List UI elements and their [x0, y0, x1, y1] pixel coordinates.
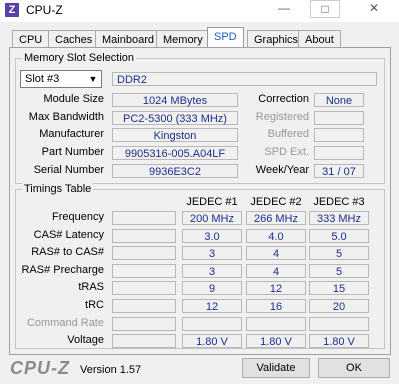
maximize-icon[interactable]: □ — [310, 0, 340, 18]
timings-cell: 5.0 — [309, 228, 369, 243]
part-number-label: Part Number — [41, 146, 104, 158]
spd-panel: Memory Slot Selection Slot #3 ▼ DDR2 Mod… — [9, 47, 391, 355]
validate-button[interactable]: Validate — [242, 358, 310, 378]
timings-cell: 3 — [182, 246, 242, 261]
slot-select[interactable]: Slot #3 ▼ — [20, 70, 102, 88]
timings-row-label: Frequency — [52, 211, 104, 223]
timings-row-label: tRAS — [78, 281, 104, 294]
week-year-value: 31 / 07 — [314, 164, 364, 178]
timings-cell: 12 — [246, 281, 306, 296]
cpu-z-logo: CPU-Z — [10, 358, 70, 378]
timings-empty-cell — [112, 334, 176, 349]
module-size-label: Module Size — [43, 93, 104, 105]
minimize-icon[interactable]: — — [270, 0, 298, 18]
timings-empty-cell — [112, 316, 176, 331]
timings-cell — [182, 316, 242, 331]
timings-cell: 15 — [309, 281, 369, 296]
timings-cell: 5 — [309, 246, 369, 261]
part-number-value: 9905316-005.A04LF — [112, 146, 238, 160]
timings-cell: 12 — [182, 299, 242, 313]
timings-row-label: Command Rate — [26, 316, 104, 329]
registered-label: Registered — [255, 111, 309, 123]
timings-empty-cell — [112, 281, 176, 296]
memory-type-field: DDR2 — [112, 72, 377, 86]
timings-cell: 9 — [182, 281, 242, 296]
timings-row-label: RAS# Precharge — [21, 263, 104, 276]
timings-cell: 266 MHz — [246, 211, 306, 225]
serial-number-value: 9936E3C2 — [112, 164, 238, 178]
timings-empty-cell — [112, 246, 176, 261]
buffered-value — [314, 128, 364, 142]
timings-cell: 1.80 V — [246, 334, 306, 349]
correction-value: None — [314, 93, 364, 107]
timings-cell: 3.0 — [182, 228, 242, 243]
spd-ext-value — [314, 146, 364, 160]
timings-cell: 20 — [309, 299, 369, 313]
timings-column-header: JEDEC #2 — [250, 196, 302, 208]
timings-cell — [309, 316, 369, 331]
manufacturer-value: Kingston — [112, 128, 238, 142]
spd-ext-label: SPD Ext. — [264, 146, 309, 158]
timings-cell: 3 — [182, 263, 242, 278]
max-bandwidth-value: PC2-5300 (333 MHz) — [112, 111, 238, 125]
module-size-value: 1024 MBytes — [112, 93, 238, 107]
timings-cell: 5 — [309, 263, 369, 278]
timings-empty-cell — [112, 211, 176, 225]
buffered-label: Buffered — [267, 128, 309, 140]
timings-cell: 4.0 — [246, 228, 306, 243]
timings-empty-cell — [112, 263, 176, 278]
timings-table-group-label: Timings Table — [22, 182, 94, 196]
timings-row-label: Voltage — [67, 334, 104, 347]
timings-row-label: tRC — [85, 299, 104, 311]
memory-slot-group-label: Memory Slot Selection — [22, 51, 137, 65]
window-title: CPU-Z — [26, 3, 63, 17]
timings-cell: 333 MHz — [309, 211, 369, 225]
registered-value — [314, 111, 364, 125]
timings-cell: 1.80 V — [309, 334, 369, 349]
timings-cell: 16 — [246, 299, 306, 313]
slot-select-value: Slot #3 — [25, 73, 60, 85]
timings-cell: 200 MHz — [182, 211, 242, 225]
cpu-z-app-icon: Z — [5, 3, 19, 17]
timings-empty-cell — [112, 228, 176, 243]
max-bandwidth-label: Max Bandwidth — [28, 111, 104, 123]
timings-cell: 4 — [246, 246, 306, 261]
close-icon[interactable]: ✕ — [360, 0, 388, 18]
timings-row-label: RAS# to CAS# — [31, 246, 104, 259]
version-text: Version 1.57 — [80, 364, 142, 376]
correction-label: Correction — [258, 93, 309, 105]
timings-cell: 4 — [246, 263, 306, 278]
manufacturer-label: Manufacturer — [39, 128, 104, 140]
chevron-down-icon: ▼ — [88, 74, 98, 84]
memory-slot-group: Memory Slot Selection Slot #3 ▼ DDR2 Mod… — [15, 51, 385, 184]
ok-button[interactable]: OK — [318, 358, 390, 378]
title-bar: Z CPU-Z — □ ✕ — [0, 0, 399, 22]
timings-column-header: JEDEC #3 — [313, 196, 365, 208]
timings-table-group: Timings Table JEDEC #1 JEDEC #2 JEDEC #3 Fr… — [15, 182, 385, 349]
timings-cell — [246, 316, 306, 331]
serial-number-label: Serial Number — [33, 164, 104, 176]
week-year-label: Week/Year — [255, 164, 309, 176]
timings-row-label: CAS# Latency — [33, 228, 104, 241]
timings-cell: 1.80 V — [182, 334, 242, 349]
timings-empty-cell — [112, 299, 176, 313]
timings-column-header: JEDEC #1 — [186, 196, 238, 208]
